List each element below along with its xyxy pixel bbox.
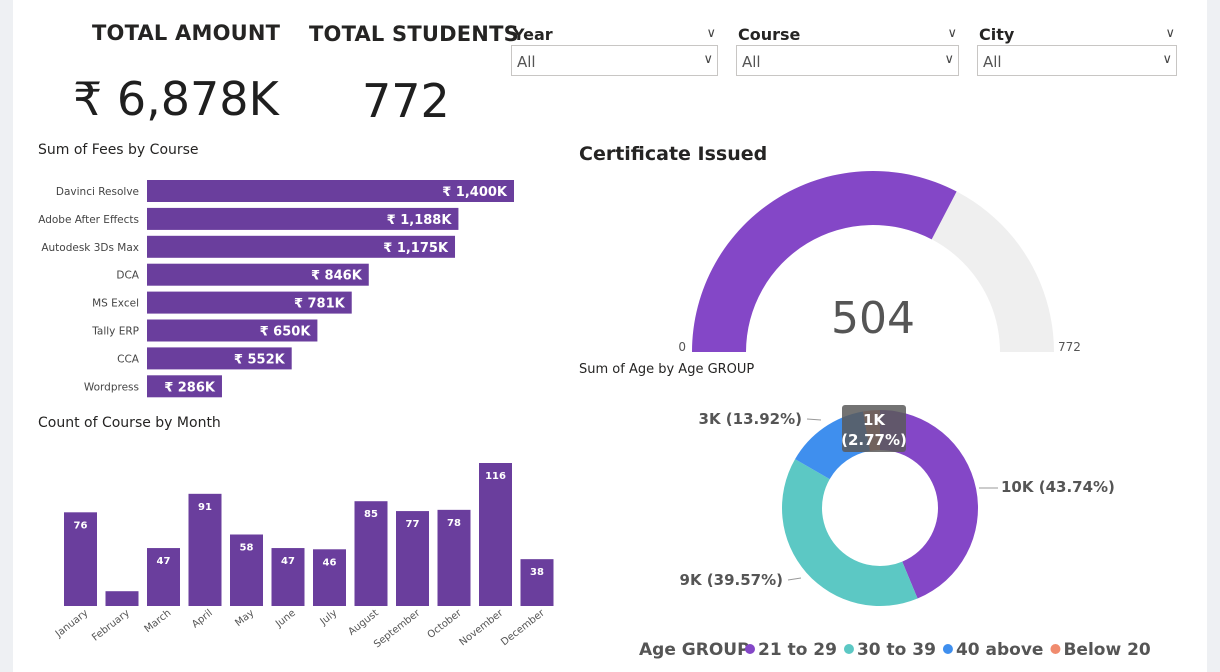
month-category-label: November (458, 607, 506, 648)
month-count-data-label: 38 (530, 567, 544, 578)
course-fee-data-label: ₹ 1,188K (387, 213, 453, 228)
donut-leader-line (806, 418, 822, 421)
legend-marker[interactable] (745, 644, 755, 654)
course-fee-data-label: ₹ 781K (294, 297, 346, 312)
month-count-data-label: 85 (364, 509, 378, 520)
course-fee-data-label: ₹ 1,175K (383, 241, 449, 256)
month-count-data-label: 116 (485, 471, 506, 482)
month-category-label: May (233, 608, 256, 629)
month-count-data-label: 58 (240, 543, 254, 554)
donut-leader-line (787, 577, 802, 581)
legend-marker[interactable] (1050, 644, 1061, 654)
month-category-label: August (346, 608, 380, 638)
month-category-label: December (499, 607, 547, 648)
course-fee-data-label: ₹ 552K (234, 352, 286, 367)
month-count-data-label: 76 (74, 520, 88, 531)
donut-data-label: 10K (43.74%) (1001, 478, 1115, 496)
legend-item-label[interactable]: 21 to 29 (758, 640, 837, 660)
month-count-bar[interactable] (479, 463, 512, 606)
legend-item-label[interactable]: 40 above (956, 640, 1044, 660)
gauge-min-label: 0 (678, 340, 686, 354)
donut-tooltip-percent: (2.77%) (841, 431, 907, 449)
course-fee-data-label: ₹ 846K (311, 269, 363, 284)
month-count-data-label: 47 (157, 556, 171, 567)
month-count-data-label: 78 (447, 518, 461, 529)
month-category-label: February (90, 608, 132, 644)
month-category-label: June (273, 608, 298, 631)
course-category-label: DCA (116, 270, 139, 282)
course-category-label: Davinci Resolve (56, 186, 139, 198)
month-count-data-label: 91 (198, 502, 212, 513)
legend-marker[interactable] (942, 644, 953, 654)
month-category-label: July (318, 608, 340, 628)
month-count-bar[interactable] (105, 591, 139, 606)
month-count-data-label: 46 (323, 557, 337, 568)
course-category-label: Adobe After Effects (38, 214, 139, 226)
gauge-max-label: 772 (1058, 340, 1081, 354)
month-count-data-label: 47 (281, 556, 295, 567)
donut-legend-title: Age GROUP (639, 640, 750, 660)
legend-item-label[interactable]: 30 to 39 (857, 640, 936, 660)
donut-data-label: 9K (39.57%) (680, 571, 783, 589)
month-category-label: March (143, 608, 174, 635)
course-fee-data-label: ₹ 650K (260, 325, 312, 340)
course-category-label: Tally ERP (91, 326, 139, 338)
course-category-label: CCA (117, 353, 140, 365)
donut-slice[interactable] (782, 459, 918, 606)
month-count-data-label: 77 (406, 519, 420, 530)
course-category-label: MS Excel (92, 298, 139, 310)
course-category-label: Wordpress (84, 381, 139, 393)
month-category-label: April (190, 608, 215, 631)
gauge-value-arc[interactable] (692, 170, 957, 352)
course-fee-data-label: ₹ 1,400K (442, 185, 508, 200)
gauge-value-label: 504 (831, 293, 915, 344)
month-category-label: January (53, 608, 90, 641)
legend-marker[interactable] (843, 644, 854, 654)
donut-data-label: 3K (13.92%) (699, 410, 802, 428)
course-category-label: Autodesk 3Ds Max (41, 242, 139, 254)
report-canvas: TOTAL AMOUNT ₹ 6,878K TOTAL STUDENTS 772… (13, 0, 1207, 672)
month-category-label: October (426, 607, 465, 641)
legend-item-label[interactable]: Below 20 (1063, 640, 1150, 660)
donut-tooltip-value: 1K (863, 411, 886, 429)
course-fee-data-label: ₹ 286K (164, 380, 216, 395)
charts-layer: Davinci Resolve ₹ 1,400K Adobe After Effec… (38, 170, 1151, 660)
month-category-label: September (372, 607, 423, 650)
